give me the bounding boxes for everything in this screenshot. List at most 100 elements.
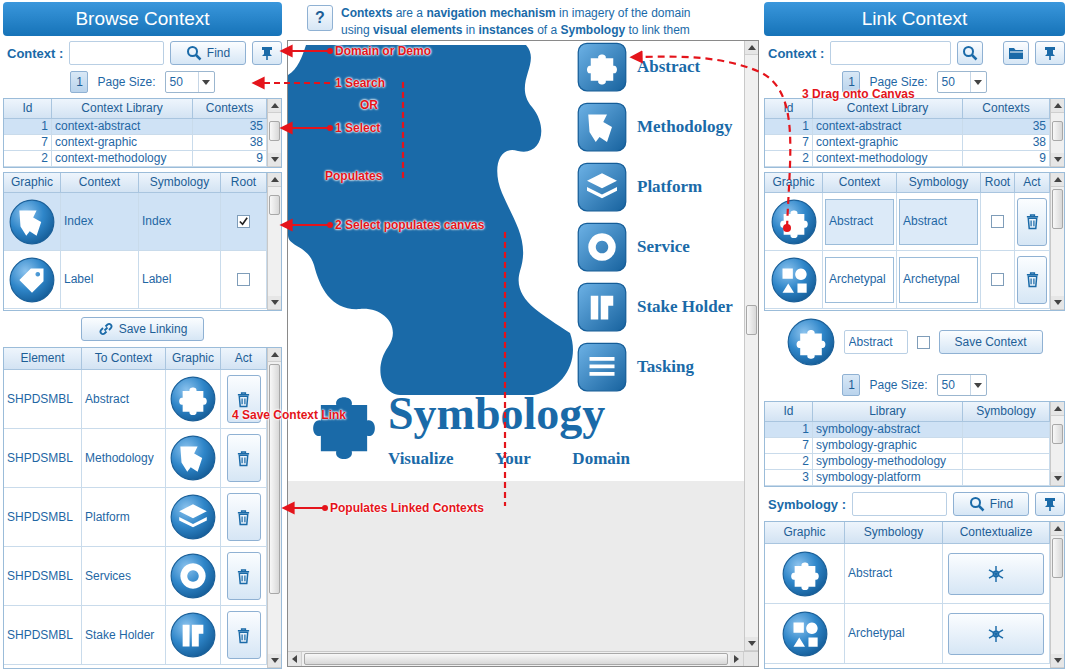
page-button[interactable]: 1 xyxy=(842,71,860,93)
column-header[interactable]: Element xyxy=(4,348,82,370)
page-button[interactable]: 1 xyxy=(842,374,860,396)
contextualize-button[interactable] xyxy=(948,613,1044,655)
column-header[interactable]: Graphic xyxy=(4,173,61,193)
delete-button[interactable] xyxy=(227,434,261,482)
table-row[interactable]: SHPDSMBLServices xyxy=(4,547,267,606)
symbology-graphic-icon[interactable] xyxy=(782,551,828,597)
scrollbar[interactable] xyxy=(267,348,281,668)
root-checkbox[interactable] xyxy=(237,215,250,228)
table-row[interactable]: ArchetypalArchetypal xyxy=(765,251,1050,309)
canvas-scrollbar[interactable] xyxy=(744,41,758,651)
context-input[interactable] xyxy=(69,41,164,65)
table-row[interactable]: 1context-abstract35 xyxy=(4,119,267,135)
search-button[interactable] xyxy=(957,41,983,65)
table-row[interactable]: 7context-graphic38 xyxy=(4,135,267,151)
root-checkbox[interactable] xyxy=(991,273,1004,286)
table-row[interactable]: 2context-methodology9 xyxy=(765,151,1050,167)
table-row[interactable]: IndexIndex xyxy=(4,193,267,251)
table-row[interactable]: SHPDSMBLPlatform xyxy=(4,488,267,547)
column-header[interactable]: Graphic xyxy=(166,348,221,370)
table-row[interactable]: AbstractAbstract xyxy=(765,193,1050,251)
canvas-symbol[interactable]: Service xyxy=(577,221,733,273)
contextualize-button[interactable] xyxy=(948,553,1044,595)
table-row[interactable]: LabelLabel xyxy=(4,251,267,309)
scrollbar[interactable] xyxy=(267,99,281,167)
column-header[interactable]: Contextualize xyxy=(943,522,1050,544)
page-size-select[interactable]: 50 xyxy=(165,71,215,93)
column-header[interactable]: Contexts xyxy=(193,99,267,119)
table-row[interactable]: SHPDSMBLMethodology xyxy=(4,429,267,488)
column-header[interactable]: Symbology xyxy=(845,522,943,544)
page-size-select[interactable]: 50 xyxy=(937,374,987,396)
scrollbar[interactable] xyxy=(1050,522,1064,668)
table-row[interactable]: Abstract xyxy=(765,544,1050,604)
column-header[interactable]: Id xyxy=(765,402,813,422)
canvas-symbol[interactable]: Platform xyxy=(577,161,733,213)
context-input[interactable] xyxy=(830,41,951,65)
canvas-symbol[interactable]: Abstract xyxy=(577,41,733,93)
column-header[interactable]: Act xyxy=(1015,173,1050,193)
canvas-symbol[interactable]: Methodology xyxy=(577,101,733,153)
page-button[interactable]: 1 xyxy=(70,71,88,93)
symbology-input[interactable] xyxy=(852,492,947,516)
table-row[interactable]: Archetypal xyxy=(765,604,1050,664)
column-header[interactable]: Context xyxy=(61,173,139,193)
table-row[interactable]: 1symbology-abstract xyxy=(765,422,1050,438)
help-button[interactable]: ? xyxy=(307,5,333,31)
context-name-input[interactable] xyxy=(844,330,908,354)
save-linking-button[interactable]: Save Linking xyxy=(81,317,204,341)
column-header[interactable]: Symbology xyxy=(139,173,221,193)
column-header[interactable]: Id xyxy=(4,99,52,119)
pin-button[interactable] xyxy=(1035,492,1065,516)
page-size-select[interactable]: 50 xyxy=(937,71,987,93)
delete-button[interactable] xyxy=(227,493,261,541)
table-row[interactable]: 3symbology-platform xyxy=(765,470,1050,486)
canvas-symbol[interactable]: Tasking xyxy=(577,341,733,393)
scrollbar[interactable] xyxy=(267,173,281,310)
column-header[interactable]: Context Library xyxy=(813,99,963,119)
column-header[interactable]: Root xyxy=(221,173,267,193)
column-header[interactable]: Contexts xyxy=(963,99,1050,119)
table-row[interactable]: SHPDSMBLStake Holder xyxy=(4,606,267,665)
delete-button[interactable] xyxy=(227,375,261,423)
scrollbar[interactable] xyxy=(1050,173,1064,310)
find-button[interactable]: Find xyxy=(170,41,246,65)
pin-button[interactable] xyxy=(252,41,282,65)
open-button[interactable] xyxy=(1003,41,1029,65)
delete-button[interactable] xyxy=(1017,198,1047,246)
save-context-button[interactable]: Save Context xyxy=(939,330,1043,354)
column-header[interactable]: Root xyxy=(981,173,1015,193)
column-header[interactable]: Graphic xyxy=(765,522,845,544)
canvas-symbol[interactable]: Stake Holder xyxy=(577,281,733,333)
delete-button[interactable] xyxy=(227,611,261,659)
column-header[interactable]: Symbology xyxy=(963,402,1050,422)
table-row[interactable]: 2context-methodology9 xyxy=(4,151,267,167)
column-header[interactable]: Context xyxy=(823,173,897,193)
symbology-graphic-icon[interactable] xyxy=(782,611,828,657)
root-checkbox[interactable] xyxy=(917,336,930,349)
table-row[interactable]: 1context-abstract35 xyxy=(765,119,1050,135)
domain-map-icon[interactable] xyxy=(288,45,578,405)
table-row[interactable]: 2symbology-methodology xyxy=(765,454,1050,470)
column-header[interactable]: Symbology xyxy=(897,173,981,193)
scrollbar[interactable] xyxy=(1050,402,1064,486)
table-row[interactable]: 7symbology-graphic xyxy=(765,438,1050,454)
column-header[interactable]: Graphic xyxy=(765,173,823,193)
canvas-horizontal-scrollbar[interactable] xyxy=(288,651,758,666)
context-graphic-icon[interactable] xyxy=(771,199,817,245)
context-graphic-icon[interactable] xyxy=(771,257,817,303)
delete-button[interactable] xyxy=(227,552,261,600)
scrollbar[interactable] xyxy=(1050,99,1064,167)
canvas[interactable]: Abstract Methodology Platform Service Stake … xyxy=(287,40,759,667)
table-row[interactable]: 7context-graphic38 xyxy=(765,135,1050,151)
column-header[interactable]: Context Library xyxy=(52,99,193,119)
column-header[interactable]: To Context xyxy=(82,348,166,370)
table-row[interactable]: SHPDSMBLAbstract xyxy=(4,370,267,429)
find-button[interactable]: Find xyxy=(953,492,1029,516)
column-header[interactable]: Library xyxy=(813,402,963,422)
delete-button[interactable] xyxy=(1017,256,1047,304)
root-checkbox[interactable] xyxy=(991,215,1004,228)
root-checkbox[interactable] xyxy=(237,273,250,286)
column-header[interactable]: Act xyxy=(221,348,267,370)
column-header[interactable]: Id xyxy=(765,99,813,119)
